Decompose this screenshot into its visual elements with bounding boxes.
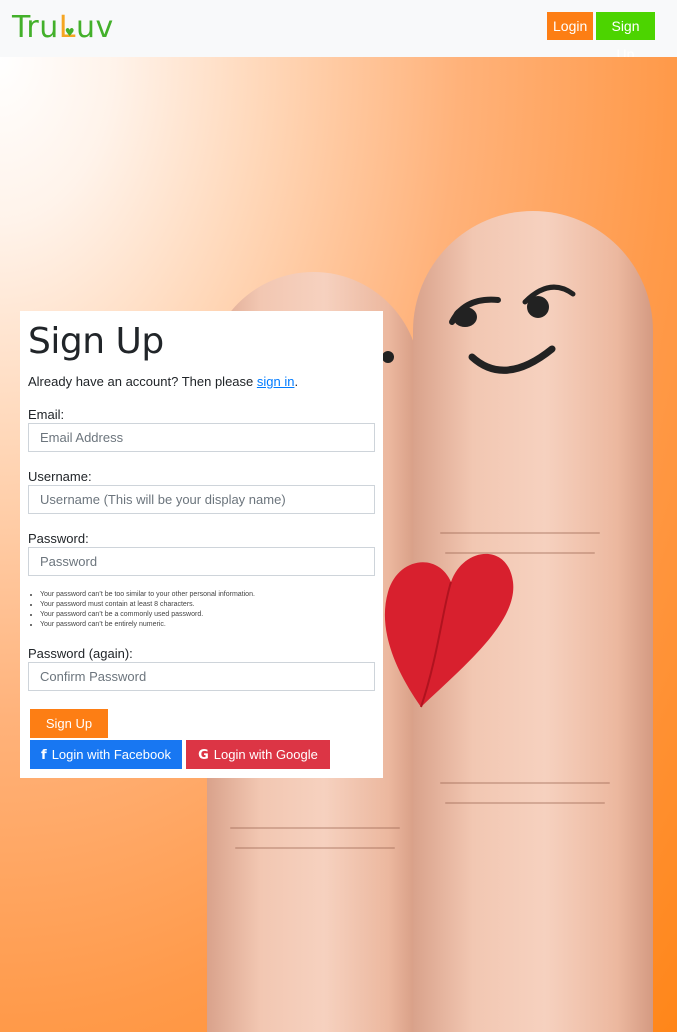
page-title: Sign Up <box>28 321 164 362</box>
brand-logo[interactable]: TruL ♥ uv <box>12 10 114 46</box>
password-help-list: Your password can’t be too similar to yo… <box>28 590 255 630</box>
password-confirm-field[interactable]: Confirm Password <box>28 662 375 691</box>
password-help-item: Your password can’t be too similar to yo… <box>40 590 255 600</box>
password-field[interactable]: Password <box>28 547 375 576</box>
username-label: Username: <box>28 469 92 484</box>
email-label: Email: <box>28 407 65 422</box>
facebook-login-label: Login with Facebook <box>51 747 171 762</box>
knuckle-line <box>440 532 600 534</box>
knuckle-line <box>445 552 595 554</box>
signup-card: Sign Up Already have an account? Then pl… <box>20 311 383 778</box>
password-help-item: Your password can’t be entirely numeric. <box>40 620 255 630</box>
password-label: Password: <box>28 531 89 546</box>
password-help-item: Your password must contain at least 8 ch… <box>40 600 255 610</box>
heart-image <box>384 553 514 708</box>
email-field[interactable]: Email Address <box>28 423 375 452</box>
knuckle-line <box>230 827 400 829</box>
password-help-item: Your password can’t be a commonly used p… <box>40 610 255 620</box>
signin-link[interactable]: sign in <box>257 374 295 389</box>
login-button[interactable]: Login <box>547 12 593 40</box>
facebook-login-button[interactable]: f Login with Facebook <box>30 740 182 769</box>
signin-prompt: Already have an account? Then please sig… <box>28 374 298 389</box>
knuckle-line <box>440 782 610 784</box>
google-login-button[interactable]: G Login with Google <box>186 740 330 769</box>
username-field[interactable]: Username (This will be your display name… <box>28 485 375 514</box>
logo-text-end: uv <box>75 10 114 45</box>
facebook-icon: f <box>41 748 47 763</box>
smiley-face-image <box>449 284 576 374</box>
navbar: TruL ♥ uv Login Sign Up <box>0 0 677 62</box>
knuckle-line <box>445 802 605 804</box>
heart-icon: ♥ <box>64 26 76 39</box>
signup-nav-button[interactable]: Sign Up <box>596 12 655 62</box>
google-icon: G <box>198 748 209 763</box>
logo-text-start: Tru <box>12 10 59 45</box>
left-eye-image <box>382 351 394 363</box>
google-login-label: Login with Google <box>213 747 318 762</box>
password-confirm-label: Password (again): <box>28 646 133 661</box>
signin-prompt-period: . <box>294 374 299 389</box>
signup-submit-button[interactable]: Sign Up <box>30 709 108 738</box>
signin-prompt-text: Already have an account? Then please <box>28 374 257 389</box>
knuckle-line <box>235 847 395 849</box>
logo-text-l: L ♥ <box>59 10 76 45</box>
